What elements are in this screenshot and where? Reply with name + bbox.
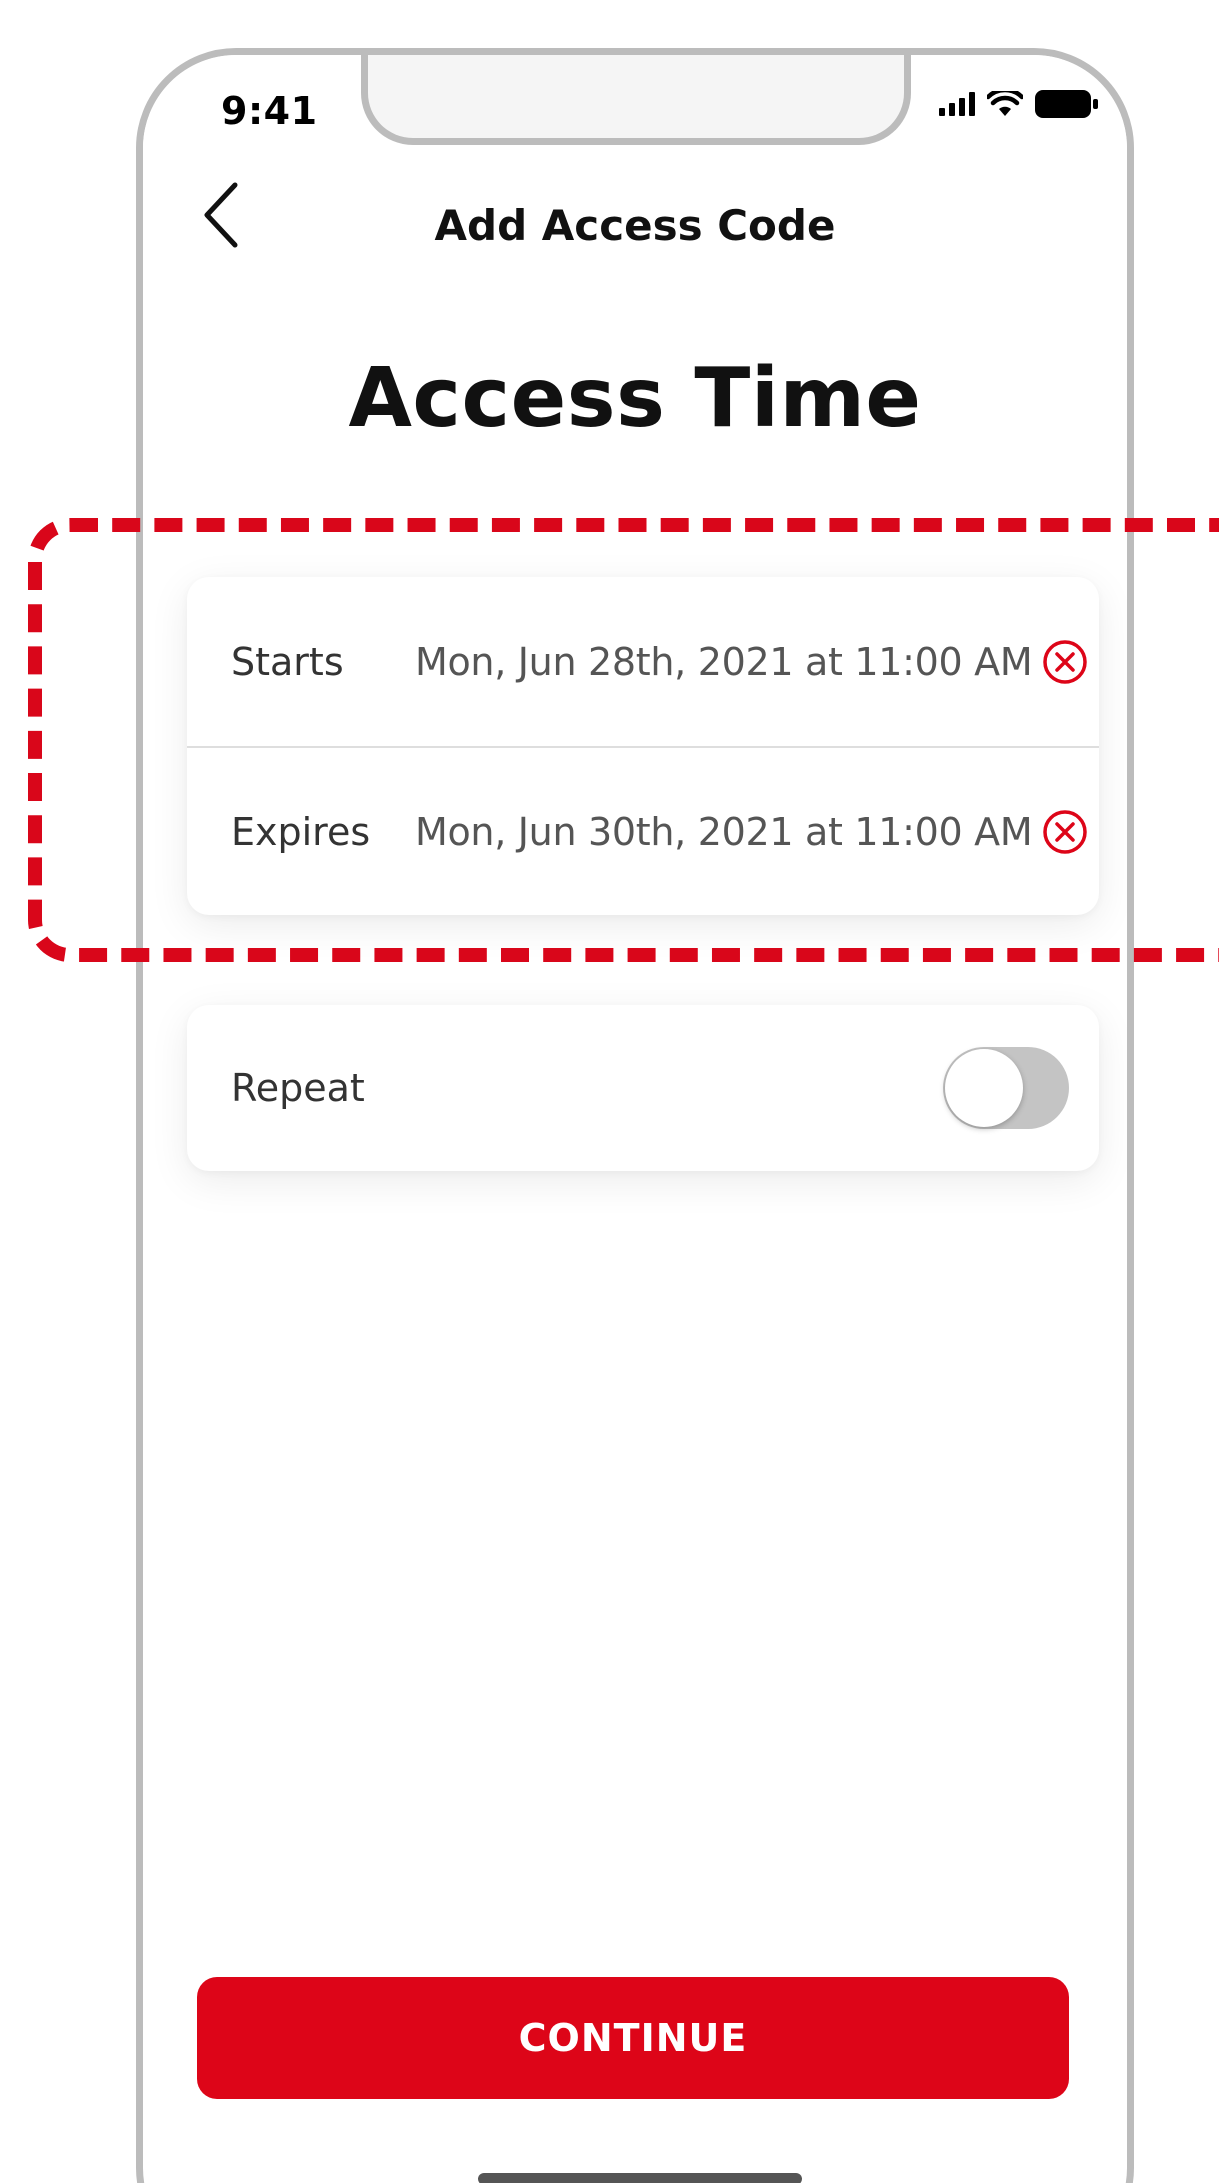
expires-value[interactable]: Mon, Jun 30th, 2021 at 11:00 AM (415, 810, 1033, 854)
phone-frame: 9:41 Add Access Code Access Time Starts … (136, 48, 1134, 2183)
status-icons (939, 89, 1099, 119)
battery-icon (1035, 89, 1099, 119)
starts-value[interactable]: Mon, Jun 28th, 2021 at 11:00 AM (415, 640, 1033, 684)
header-title: Add Access Code (434, 201, 836, 250)
continue-button[interactable]: CONTINUE (197, 1977, 1069, 2099)
repeat-row: Repeat (187, 1005, 1099, 1171)
wifi-icon (987, 91, 1023, 117)
home-indicator (478, 2173, 802, 2183)
expires-row[interactable]: Expires Mon, Jun 30th, 2021 at 11:00 AM (187, 746, 1099, 915)
page-title: Access Time (348, 351, 922, 446)
phone-notch (361, 55, 911, 145)
clear-starts-icon[interactable] (1042, 639, 1088, 685)
status-time: 9:41 (221, 89, 318, 133)
repeat-label: Repeat (231, 1066, 365, 1110)
toggle-knob (945, 1049, 1023, 1127)
repeat-card: Repeat (187, 1005, 1099, 1171)
starts-row[interactable]: Starts Mon, Jun 28th, 2021 at 11:00 AM (187, 577, 1099, 746)
cellular-signal-icon (939, 92, 975, 116)
access-time-card: Starts Mon, Jun 28th, 2021 at 11:00 AM E… (187, 577, 1099, 915)
expires-label: Expires (231, 809, 371, 854)
screen: 9:41 Add Access Code Access Time Starts … (0, 0, 1219, 2183)
starts-label: Starts (231, 639, 344, 684)
clear-expires-icon[interactable] (1042, 809, 1088, 855)
repeat-toggle[interactable] (943, 1047, 1069, 1129)
